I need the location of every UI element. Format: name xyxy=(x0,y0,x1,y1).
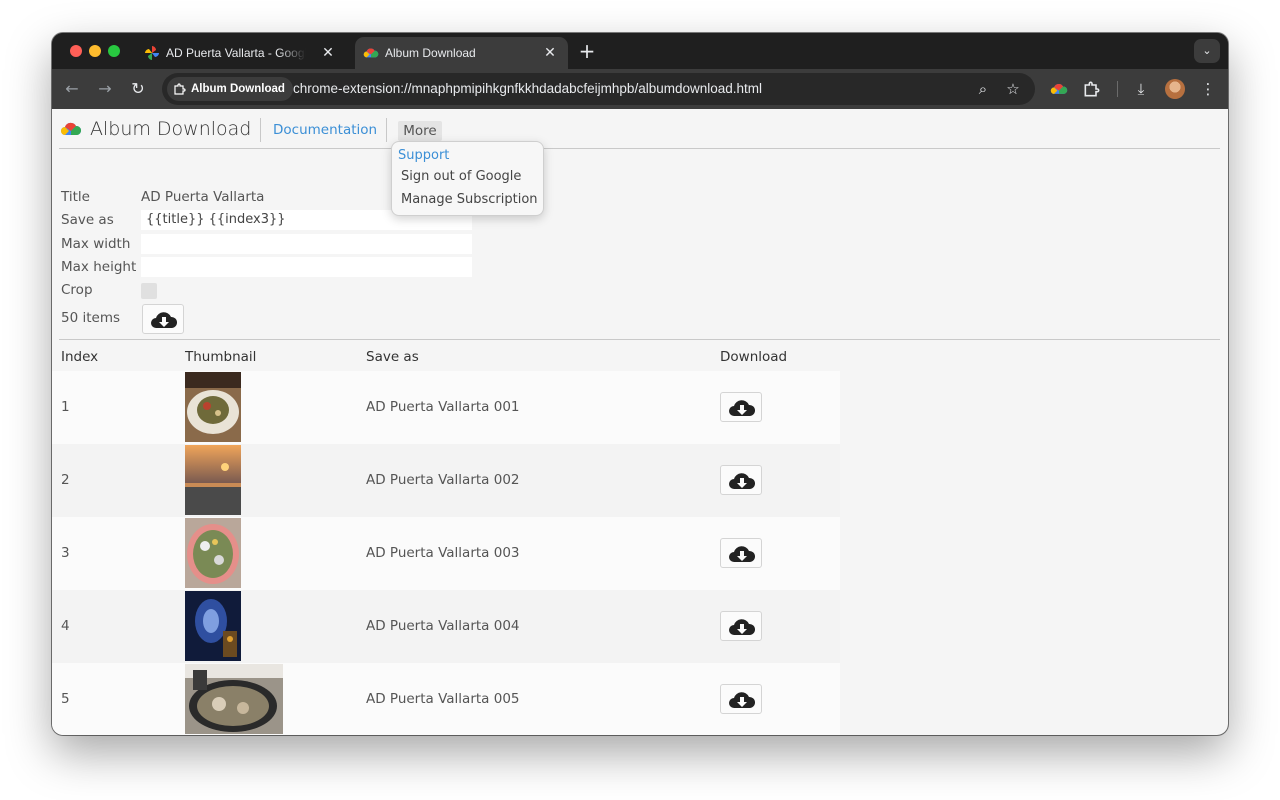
row-download-button[interactable] xyxy=(720,538,762,568)
row-save-as: AD Puerta Vallarta 002 xyxy=(366,472,520,488)
toolbar-divider xyxy=(1117,81,1118,97)
cloud-download-icon xyxy=(151,312,178,328)
browser-toolbar: ← → ↻ Album Download chrome-extension://… xyxy=(52,69,1228,109)
menu-item-sign-out[interactable]: Sign out of Google xyxy=(401,169,521,184)
tab-title: AD Puerta Vallarta - Google Photos xyxy=(166,46,306,60)
header-divider xyxy=(260,118,261,142)
menu-item-support[interactable]: Support xyxy=(398,148,449,163)
tab-album-download[interactable]: Album Download ✕ xyxy=(355,37,568,69)
new-tab-button[interactable]: + xyxy=(575,40,599,64)
tab-title: Album Download xyxy=(385,46,476,60)
album-download-logo-icon xyxy=(61,122,82,135)
max-height-label: Max height xyxy=(61,259,137,275)
max-height-input[interactable] xyxy=(141,257,472,277)
menu-kebab-icon[interactable]: ⋮ xyxy=(1196,77,1220,101)
save-as-label: Save as xyxy=(61,212,114,228)
close-tab-icon[interactable]: ✕ xyxy=(318,43,338,63)
site-chip[interactable]: Album Download xyxy=(167,77,293,101)
column-header-thumbnail: Thumbnail xyxy=(185,349,257,365)
profile-avatar[interactable] xyxy=(1165,79,1185,99)
forward-arrow-icon[interactable]: → xyxy=(93,77,117,101)
zoom-magnifier-icon[interactable]: ⌕ xyxy=(971,77,995,101)
menu-item-manage-subscription[interactable]: Manage Subscription xyxy=(401,192,538,207)
download-all-button[interactable] xyxy=(142,304,184,334)
cloud-download-icon xyxy=(729,400,756,416)
table-row: 4 AD Puerta Vallarta 004 xyxy=(52,590,840,663)
reload-icon[interactable]: ↻ xyxy=(126,77,150,101)
cloud-download-icon xyxy=(729,619,756,635)
table-row: 5 AD Puerta Vallarta 005 xyxy=(52,663,840,735)
minimize-window-button[interactable] xyxy=(89,45,101,57)
row-index: 4 xyxy=(61,618,70,634)
google-photos-icon xyxy=(145,46,159,60)
item-count: 50 items xyxy=(61,310,121,326)
form-rule xyxy=(59,339,1220,340)
thumbnail-image[interactable] xyxy=(185,664,283,734)
downloads-icon[interactable]: ⤓ xyxy=(1129,77,1153,101)
close-window-button[interactable] xyxy=(70,45,82,57)
thumbnail-image[interactable] xyxy=(185,445,241,515)
column-header-index: Index xyxy=(61,349,99,365)
table-row: 2 AD Puerta Vallarta 002 xyxy=(52,444,840,517)
album-download-extension-icon[interactable] xyxy=(1050,82,1068,96)
address-bar[interactable]: Album Download chrome-extension://mnaphp… xyxy=(162,73,1035,105)
page-title: Album Download xyxy=(90,118,252,140)
table-row: 3 AD Puerta Vallarta 003 xyxy=(52,517,840,590)
cloud-download-icon xyxy=(729,473,756,489)
row-download-button[interactable] xyxy=(720,684,762,714)
extensions-puzzle-icon[interactable] xyxy=(1084,81,1100,97)
url-text: chrome-extension://mnaphpmipihkgnfkkhdad… xyxy=(293,81,763,96)
more-menu-button[interactable]: More xyxy=(398,121,442,141)
app-header: Album Download Documentation More xyxy=(52,109,1228,149)
title-label: Title xyxy=(61,189,90,205)
tab-search-chevron-icon[interactable]: ⌄ xyxy=(1194,39,1220,63)
row-index: 2 xyxy=(61,472,70,488)
thumbnail-image[interactable] xyxy=(185,591,241,661)
extension-puzzle-icon xyxy=(174,83,186,95)
max-width-input[interactable] xyxy=(141,234,472,254)
thumbnail-image[interactable] xyxy=(185,518,241,588)
tab-strip: AD Puerta Vallarta - Google Photos ✕ Alb… xyxy=(52,33,1228,69)
tab-google-photos[interactable]: AD Puerta Vallarta - Google Photos ✕ xyxy=(136,37,346,69)
cloud-download-icon xyxy=(729,546,756,562)
more-dropdown-menu: Support Sign out of Google Manage Subscr… xyxy=(391,141,544,216)
table-row: 1 AD Puerta Vallarta 001 xyxy=(52,371,840,444)
thumbnail-image[interactable] xyxy=(185,372,241,442)
bookmark-star-icon[interactable]: ☆ xyxy=(1001,77,1025,101)
title-value: AD Puerta Vallarta xyxy=(141,189,265,205)
close-tab-icon[interactable]: ✕ xyxy=(540,43,560,63)
documentation-link[interactable]: Documentation xyxy=(273,122,377,138)
row-save-as: AD Puerta Vallarta 005 xyxy=(366,691,520,707)
cloud-download-icon xyxy=(729,692,756,708)
row-index: 3 xyxy=(61,545,70,561)
row-save-as: AD Puerta Vallarta 004 xyxy=(366,618,520,634)
header-rule xyxy=(59,148,1220,149)
crop-label: Crop xyxy=(61,282,93,298)
column-header-download: Download xyxy=(720,349,788,365)
crop-checkbox[interactable] xyxy=(141,283,157,299)
header-divider xyxy=(386,118,387,142)
album-download-cloud-icon xyxy=(363,48,379,58)
row-download-button[interactable] xyxy=(720,465,762,495)
row-save-as: AD Puerta Vallarta 001 xyxy=(366,399,520,415)
browser-window: AD Puerta Vallarta - Google Photos ✕ Alb… xyxy=(52,33,1228,735)
row-download-button[interactable] xyxy=(720,611,762,641)
max-width-label: Max width xyxy=(61,236,131,252)
extension-page: Album Download Documentation More Suppor… xyxy=(52,109,1228,735)
zoom-window-button[interactable] xyxy=(108,45,120,57)
site-chip-label: Album Download xyxy=(191,83,285,95)
row-index: 5 xyxy=(61,691,70,707)
column-header-save-as: Save as xyxy=(366,349,419,365)
row-index: 1 xyxy=(61,399,70,415)
row-download-button[interactable] xyxy=(720,392,762,422)
back-arrow-icon[interactable]: ← xyxy=(60,77,84,101)
row-save-as: AD Puerta Vallarta 003 xyxy=(366,545,520,561)
